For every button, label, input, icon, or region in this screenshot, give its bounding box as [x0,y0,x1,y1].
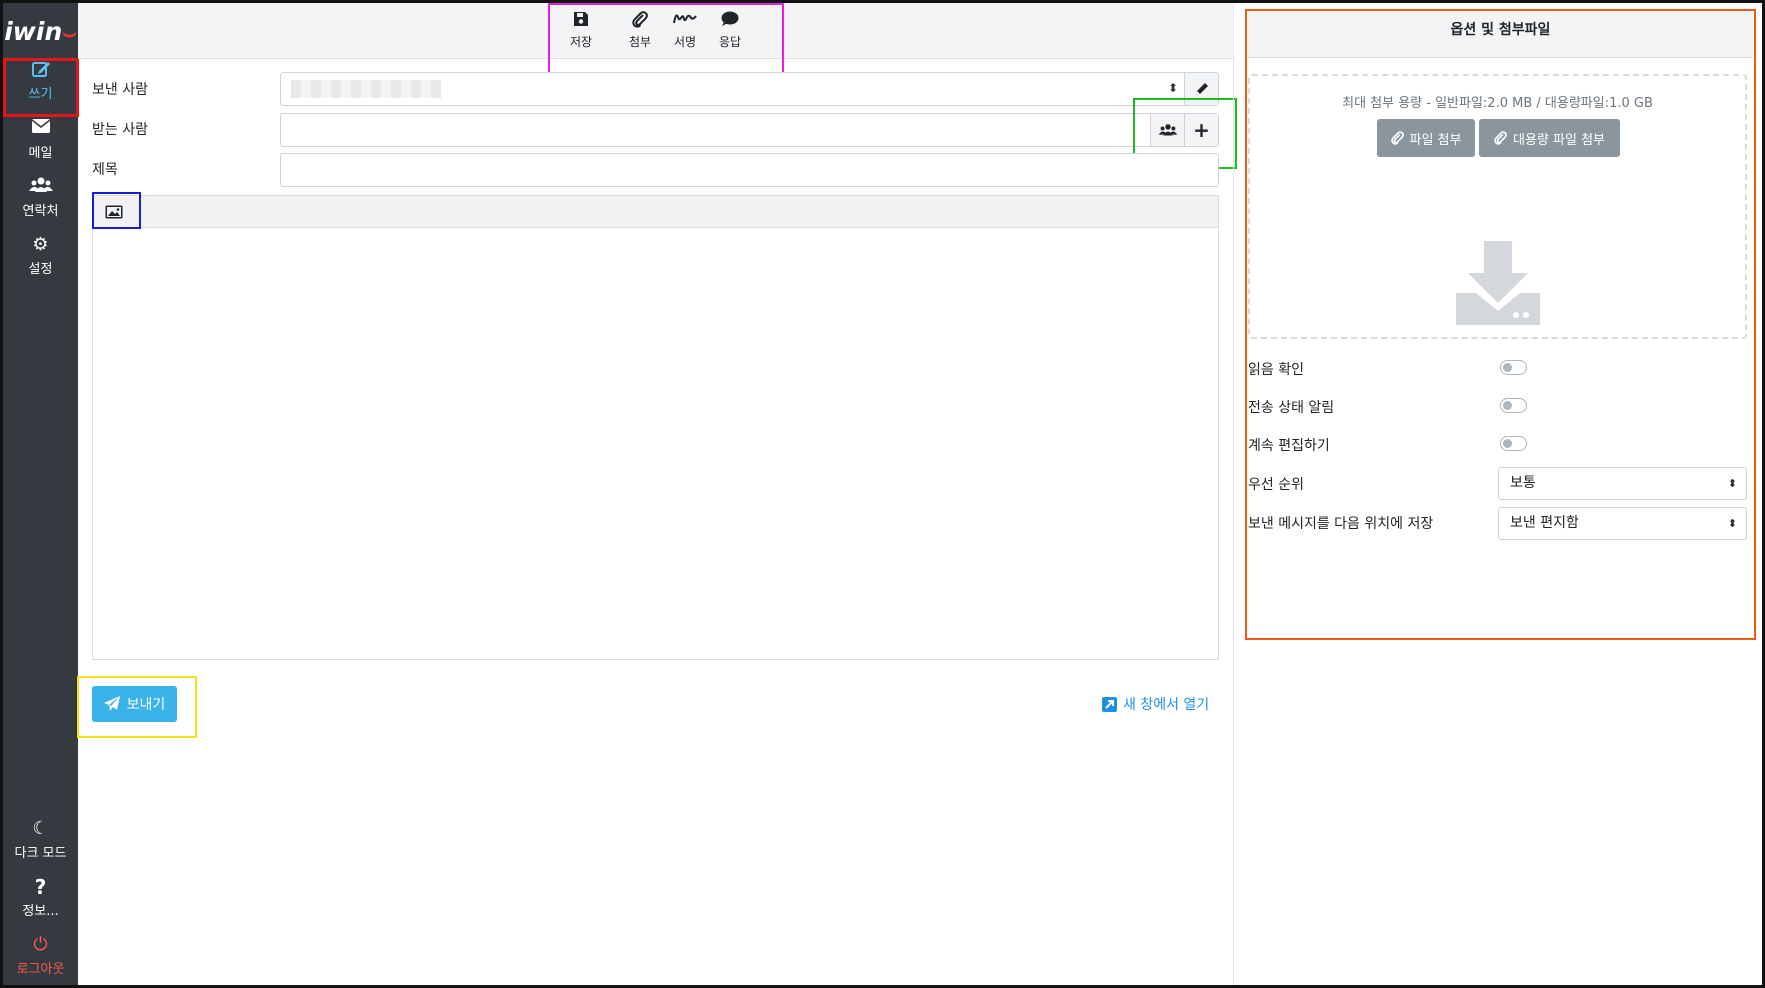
app-logo: iwin⌣ [4,17,77,46]
subject-label: 제목 [92,162,118,178]
sidebar-item-mail[interactable]: 메일 [3,118,78,161]
from-select[interactable]: ⬍ [280,72,1219,106]
sidebar: iwin⌣ 쓰기 메일 연락처 ⚙ 설정 ☾ 다크 모드 ? 정보... ⏻ 로… [3,3,78,985]
users-icon [3,176,78,198]
to-label: 받는 사람 [92,122,148,138]
sidebar-item-dark-mode[interactable]: ☾ 다크 모드 [3,818,78,861]
envelope-icon [3,118,78,140]
highlight-image-button [92,192,141,229]
sender-address-redacted [291,80,441,98]
open-new-window-link[interactable]: 새 창에서 열기 [1102,694,1209,714]
highlight-toolbar [548,3,784,76]
subject-input[interactable] [280,153,1219,187]
sidebar-item-label: 연락처 [22,204,59,219]
sidebar-item-contacts[interactable]: 연락처 [3,176,78,219]
external-link-icon [1102,696,1117,712]
sidebar-item-settings[interactable]: ⚙ 설정 [3,234,78,277]
sidebar-item-label: 로그아웃 [16,962,65,977]
highlight-send [77,676,197,738]
panel-divider [1233,3,1234,985]
message-editor[interactable] [92,228,1219,660]
select-arrows-icon: ⬍ [1167,81,1178,95]
sidebar-item-label: 설정 [28,262,53,277]
pencil-icon [1195,83,1208,95]
open-new-window-label: 새 창에서 열기 [1123,697,1210,713]
editor-toolbar [92,195,1219,228]
highlight-compose [3,58,79,117]
highlight-options-panel [1245,9,1756,640]
to-input[interactable]: + [280,113,1219,147]
sidebar-item-label: 정보... [22,904,59,919]
sidebar-item-logout[interactable]: ⏻ 로그아웃 [3,934,78,977]
sidebar-item-info[interactable]: ? 정보... [3,876,78,919]
gear-icon: ⚙ [32,234,49,255]
power-icon: ⏻ [33,934,48,955]
from-label: 보낸 사람 [92,82,148,98]
moon-icon: ☾ [32,818,49,839]
question-icon: ? [34,875,47,899]
sidebar-item-label: 다크 모드 [14,846,67,861]
sidebar-item-label: 메일 [28,146,53,161]
